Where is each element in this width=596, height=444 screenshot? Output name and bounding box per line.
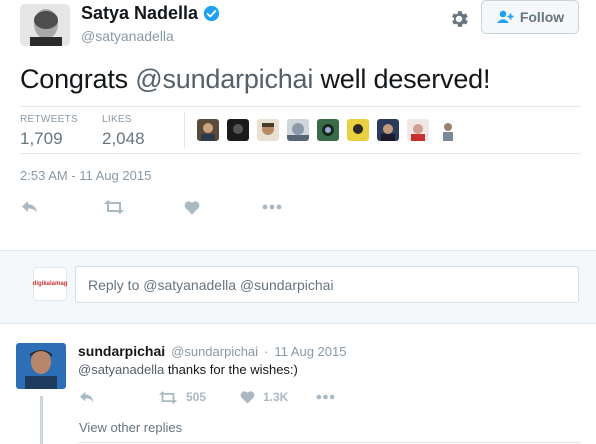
reply-author-handle[interactable]: @sundarpichai [171, 344, 258, 359]
replies-divider [78, 442, 581, 443]
author-handle[interactable]: @satyanadella [81, 28, 174, 44]
reply-date[interactable]: 11 Aug 2015 [274, 344, 346, 359]
reply-author-name[interactable]: sundarpichai [78, 343, 165, 359]
follow-button[interactable]: Follow [481, 0, 579, 34]
more-icon[interactable] [262, 204, 282, 210]
reply-retweet-count: 505 [186, 390, 207, 404]
follow-person-icon [496, 10, 514, 23]
liker-avatar[interactable] [437, 119, 459, 141]
view-other-replies-link[interactable]: View other replies [79, 420, 182, 435]
reply-icon[interactable] [78, 390, 96, 404]
verified-badge-icon [203, 5, 220, 22]
reply-mention-link[interactable]: @satyanadella [78, 362, 164, 377]
reply-retweet-action[interactable]: 505 [158, 390, 206, 404]
author-avatar[interactable] [20, 4, 70, 46]
reply-text: @satyanadella thanks for the wishes:) [78, 362, 298, 377]
tweet-timestamp[interactable]: 2:53 AM - 11 Aug 2015 [20, 168, 151, 183]
liker-avatar[interactable] [227, 119, 249, 141]
liker-avatar[interactable] [287, 119, 309, 141]
tweet-text-end: well deserved! [313, 64, 491, 94]
tweet-text: Congrats @sundarpichai well deserved! [20, 64, 490, 95]
gear-icon[interactable] [448, 8, 470, 30]
retweets-label: RETWEETS [20, 114, 78, 125]
more-icon[interactable] [316, 394, 335, 400]
liker-avatar[interactable] [197, 119, 219, 141]
current-user-avatar[interactable]: digikalamag [33, 267, 67, 301]
likes-stat[interactable]: LIKES 2,048 [102, 114, 145, 149]
liker-avatar[interactable] [257, 119, 279, 141]
thread-line [40, 396, 43, 444]
retweet-icon[interactable] [103, 200, 125, 214]
stats-separator [184, 112, 185, 148]
liker-avatar[interactable] [377, 119, 399, 141]
likes-count: 2,048 [102, 129, 145, 148]
tweet-text-start: Congrats [20, 64, 136, 94]
stats-bottom-divider [20, 153, 581, 154]
likes-label: LIKES [102, 114, 132, 125]
current-user-logo-text: digikalamag [32, 281, 68, 287]
author-name-row: Satya Nadella [81, 3, 220, 24]
follow-label: Follow [519, 9, 565, 25]
reply-input[interactable]: Reply to @satyanadella @sundarpichai [75, 266, 579, 303]
liker-avatar[interactable] [407, 119, 429, 141]
retweets-count: 1,709 [20, 129, 63, 148]
liker-avatar[interactable] [347, 119, 369, 141]
reply-like-action[interactable]: 1.3K [240, 390, 288, 404]
reply-separator: · [264, 344, 269, 359]
reply-header: sundarpichai @sundarpichai · 11 Aug 2015 [78, 343, 346, 359]
like-icon[interactable] [184, 200, 200, 215]
like-icon [240, 391, 255, 404]
reply-like-count: 1.3K [263, 390, 289, 404]
retweets-stat[interactable]: RETWEETS 1,709 [20, 114, 78, 149]
tweet-mention-link[interactable]: @sundarpichai [135, 64, 313, 94]
liker-avatar[interactable] [317, 119, 339, 141]
stats-top-divider [20, 106, 581, 107]
liker-avatars [197, 119, 459, 141]
reply-author-avatar[interactable] [16, 343, 66, 389]
author-display-name[interactable]: Satya Nadella [81, 3, 198, 24]
reply-icon[interactable] [20, 199, 40, 215]
reply-text-body: thanks for the wishes:) [164, 362, 298, 377]
retweet-icon [158, 390, 178, 404]
